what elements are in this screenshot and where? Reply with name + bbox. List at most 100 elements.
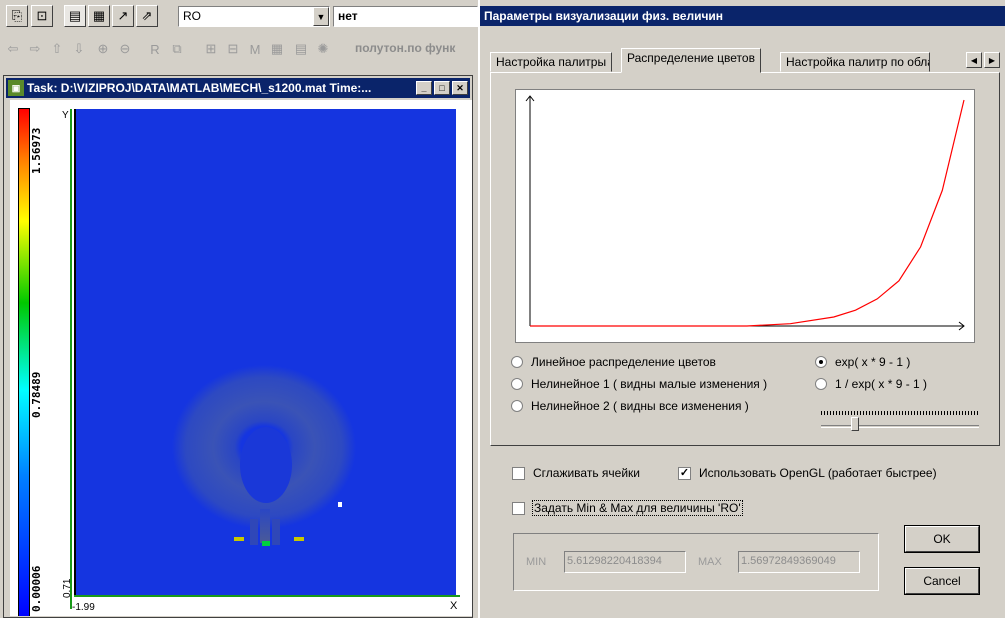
tab-region-palettes[interactable]: Настройка палитр по обла <box>780 52 930 72</box>
secondary-toolbar: ⇦ ⇨ ⇧ ⇩ ⊕ ⊖ R ⧉ ⊞ ⊟ M ▦ ▤ ✺ полутон.по ф… <box>0 33 478 63</box>
color-distribution-panel: Линейное распределение цветов Нелинейное… <box>490 72 1000 446</box>
ok-button[interactable]: OK <box>904 525 980 553</box>
hotspot-right <box>294 537 304 541</box>
m-icon[interactable]: M <box>244 38 266 60</box>
plot-canvas[interactable]: 1.56973 0.78489 0.00006 Y 0.71 -1.99 X <box>10 100 472 616</box>
main-toolbar: ⎘ ⊡ ▤ ▦ ↗ ⇗ RO ▼ нет <box>0 0 478 30</box>
variable-select-value: RO <box>183 9 201 23</box>
slider-ticks <box>821 411 979 415</box>
axes-icon[interactable]: ⊡ <box>31 5 53 27</box>
x-min-label: -1.99 <box>72 602 95 613</box>
radio-nonlinear1-button[interactable] <box>511 378 523 390</box>
y-axis-letter: Y <box>62 110 69 121</box>
colorbar <box>18 108 30 616</box>
arrow-right-icon[interactable]: ⇨ <box>24 38 46 60</box>
max-input[interactable]: 1.56972849369049 <box>738 551 860 573</box>
r-copy-icon[interactable]: ⧉ <box>166 38 188 60</box>
cursor-marker <box>338 502 342 507</box>
use-opengl-checkbox[interactable]: ✓ <box>678 466 691 480</box>
radio-nonlinear2-label: Нелинейное 2 ( видны все изменения ) <box>531 399 749 413</box>
visualizer-app: ⎘ ⊡ ▤ ▦ ↗ ⇗ RO ▼ нет ⇦ ⇨ ⇧ ⇩ ⊕ ⊖ R ⧉ ⊞ ⊟… <box>0 0 478 618</box>
task-titlebar[interactable]: ▣ Task: D:\VIZIPROJ\DATA\MATLAB\MECH\_s1… <box>6 78 470 98</box>
distribution-chart <box>525 95 965 331</box>
task-title: Task: D:\VIZIPROJ\DATA\MATLAB\MECH\_s120… <box>27 81 372 95</box>
table-icon[interactable]: ▦ <box>266 38 288 60</box>
x-axis-line <box>74 595 460 597</box>
vector-color-icon[interactable]: ⇗ <box>136 5 158 27</box>
set-minmax-option[interactable]: Задать Min & Max для величины 'RO' <box>512 500 743 516</box>
smooth-cells-checkbox[interactable] <box>512 466 525 480</box>
grid-icon[interactable]: ▦ <box>88 5 110 27</box>
tab-color-distribution[interactable]: Распределение цветов <box>621 48 761 73</box>
cancel-button[interactable]: Cancel <box>904 567 980 595</box>
colorbar-min-label: 0.00006 <box>30 565 43 612</box>
radio-inv-exp-button[interactable] <box>815 378 827 390</box>
palette-bars-icon[interactable]: ▤ <box>290 38 312 60</box>
visualization-params-dialog: Параметры визуализации физ. величин Наст… <box>478 0 1005 618</box>
x-axis-letter: X <box>450 600 458 612</box>
radio-nonlinear2[interactable]: Нелинейное 2 ( видны все изменения ) <box>511 399 749 413</box>
arrow-left-icon[interactable]: ⇦ <box>2 38 24 60</box>
maximize-icon[interactable]: □ <box>434 81 450 95</box>
mesh-edit-icon[interactable]: ⊟ <box>222 38 244 60</box>
stem-region <box>260 509 270 543</box>
chevron-left-icon[interactable]: ◀ <box>966 52 982 68</box>
chevron-right-icon[interactable]: ▶ <box>984 52 1000 68</box>
y-axis-line <box>70 109 72 609</box>
radio-nonlinear1-label: Нелинейное 1 ( видны малые изменения ) <box>531 377 768 391</box>
density-field <box>172 365 356 546</box>
palette-select-value: нет <box>338 9 358 23</box>
minmax-group: MIN 5.61298220418394 MAX 1.5697284936904… <box>513 533 879 591</box>
radio-exp-button[interactable] <box>815 356 827 368</box>
radio-nonlinear2-button[interactable] <box>511 400 523 412</box>
hotspot-center <box>262 541 270 546</box>
variable-select[interactable]: RO ▼ <box>178 6 330 27</box>
tab-palette-settings[interactable]: Настройка палитры <box>490 52 613 72</box>
mesh-icon[interactable]: ⊞ <box>200 38 222 60</box>
min-input[interactable]: 5.61298220418394 <box>564 551 686 573</box>
stem-left <box>250 519 258 545</box>
set-minmax-label: Задать Min & Max для величины 'RO' <box>532 500 743 516</box>
copy-icon[interactable]: ⎘ <box>6 5 28 27</box>
palette-select[interactable]: нет <box>333 6 478 27</box>
set-minmax-checkbox[interactable] <box>512 501 525 515</box>
radio-exp[interactable]: exp( x * 9 - 1 ) <box>815 355 910 369</box>
colorbar-max-label: 1.56973 <box>30 127 43 174</box>
density-plot[interactable] <box>74 109 456 595</box>
radio-linear[interactable]: Линейное распределение цветов <box>511 355 716 369</box>
arrow-up-icon[interactable]: ⇧ <box>46 38 68 60</box>
distribution-graph <box>515 89 975 343</box>
slider-thumb[interactable] <box>851 417 859 431</box>
max-label: MAX <box>698 556 722 568</box>
task-window: ▣ Task: D:\VIZIPROJ\DATA\MATLAB\MECH\_s1… <box>3 75 473 618</box>
torus-core <box>240 427 292 503</box>
light-icon[interactable]: ✺ <box>312 38 334 60</box>
radio-nonlinear1[interactable]: Нелинейное 1 ( видны малые изменения ) <box>511 377 767 391</box>
chevron-down-icon[interactable]: ▼ <box>313 7 329 26</box>
min-label: MIN <box>526 556 547 568</box>
hotspot-left <box>234 537 244 541</box>
exponent-slider[interactable] <box>821 411 979 435</box>
y-min-label: 0.71 <box>62 578 73 598</box>
function-label: полутон.по функ <box>355 41 456 55</box>
radio-linear-label: Линейное распределение цветов <box>531 355 716 369</box>
vector-icon[interactable]: ↗ <box>112 5 134 27</box>
radio-linear-button[interactable] <box>511 356 523 368</box>
smooth-cells-option[interactable]: Сглаживать ячейки <box>512 466 640 480</box>
slider-track <box>821 425 979 428</box>
arrow-down-icon[interactable]: ⇩ <box>68 38 90 60</box>
stem-right <box>272 519 280 545</box>
use-opengl-label: Использовать OpenGL (работает быстрее) <box>699 466 937 480</box>
zoom-in-icon[interactable]: ⊕ <box>92 38 114 60</box>
close-icon[interactable]: ✕ <box>452 81 468 95</box>
zoom-out-icon[interactable]: ⊖ <box>114 38 136 60</box>
app-icon: ▣ <box>8 80 24 96</box>
series-line-0 <box>530 99 965 327</box>
minimize-icon[interactable]: _ <box>416 81 432 95</box>
radio-exp-label: exp( x * 9 - 1 ) <box>835 355 911 369</box>
radio-inv-exp[interactable]: 1 / exp( x * 9 - 1 ) <box>815 377 927 391</box>
use-opengl-option[interactable]: ✓ Использовать OpenGL (работает быстрее) <box>678 466 937 480</box>
r-icon[interactable]: R <box>144 38 166 60</box>
palette-icon[interactable]: ▤ <box>64 5 86 27</box>
dialog-titlebar[interactable]: Параметры визуализации физ. величин <box>480 6 1005 26</box>
